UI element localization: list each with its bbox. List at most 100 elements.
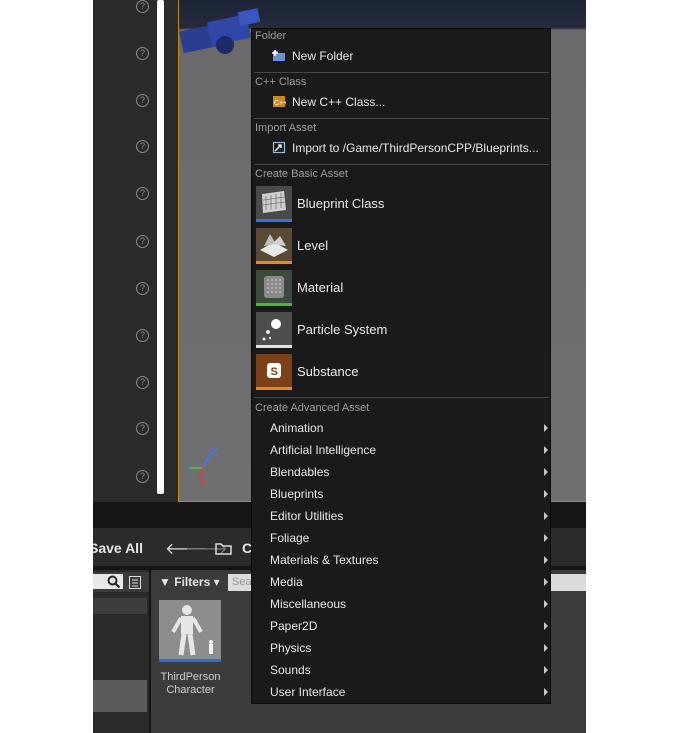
advanced-menu-item-label: Paper2D [270,619,318,633]
new-folder-item[interactable]: New Folder [272,49,542,65]
particle-system-label: Particle System [297,322,388,337]
advanced-menu-item[interactable]: User Interface [252,685,550,703]
advanced-menu-item-label: User Interface [270,685,346,699]
blueprint-class-item[interactable]: Blueprint Class [256,186,546,222]
advanced-menu-item-label: Physics [270,641,312,655]
help-icon[interactable]: ? [136,140,149,153]
advanced-menu-item[interactable]: Blendables [252,465,550,483]
blueprint-class-label: Blueprint Class [297,196,385,211]
advanced-menu-item[interactable]: Editor Utilities [252,509,550,527]
folder-row[interactable] [93,680,147,696]
level-icon [256,228,292,264]
advanced-menu-item-label: Materials & Textures [270,553,379,567]
filters-label: Filters [174,575,211,589]
blueprint-class-icon [256,186,292,222]
advanced-menu-item[interactable]: Blueprints [252,487,550,505]
advanced-menu-item[interactable]: Sounds [252,663,550,681]
advanced-menu-item[interactable]: Artificial Intelligence [252,443,550,461]
advanced-menu-item[interactable]: Media [252,575,550,593]
section-header-advanced: Create Advanced Asset [255,402,370,414]
particle-system-item[interactable]: Particle System [256,312,546,348]
particle-system-icon [256,312,292,348]
import-item[interactable]: Import to /Game/ThirdPersonCPP/Blueprint… [272,141,548,157]
section-header-cpp: C++ Class [255,76,307,88]
svg-text:C++: C++ [274,100,286,107]
advanced-menu-item-label: Blueprints [270,487,324,501]
submenu-arrow-icon [544,424,548,432]
advanced-menu-item[interactable]: Physics [252,641,550,659]
separator [254,397,549,398]
substance-label: Substance [297,364,359,379]
svg-text:Z: Z [211,447,218,459]
chevron-down-icon: ▾ [213,575,220,589]
details-scrollbar[interactable] [157,0,164,494]
svg-text:S: S [271,366,278,378]
advanced-menu-item[interactable]: Materials & Textures [252,553,550,571]
filters-button[interactable]: ▼ Filters ▾ [159,575,220,589]
add-new-context-menu: Folder New Folder C++ Class C++ New C++ … [251,28,551,704]
help-icon[interactable]: ? [136,187,149,200]
submenu-arrow-icon [544,578,548,586]
advanced-menu-item-label: Blendables [270,465,330,479]
new-cpp-class-item[interactable]: C++ New C++ Class... [272,95,542,111]
sources-panel [93,570,149,733]
filter-icon: ▼ [159,575,171,589]
advanced-menu-item[interactable]: Paper2D [252,619,550,637]
section-header-import: Import Asset [255,122,317,134]
help-icon[interactable]: ? [136,94,149,107]
level-item[interactable]: Level [256,228,546,264]
new-cpp-class-label: New C++ Class... [292,95,386,109]
asset-name[interactable]: ThirdPerson Character [153,671,228,697]
help-icon[interactable]: ? [136,422,149,435]
save-all-button[interactable]: Save All [93,540,143,556]
advanced-menu-item[interactable]: Foliage [252,531,550,549]
new-folder-label: New Folder [292,49,354,63]
cpp-class-icon: C++ [273,96,286,107]
help-icon[interactable]: ? [136,376,149,389]
character-mannequin-icon [171,605,213,656]
level-label: Level [297,238,329,253]
help-icon[interactable]: ? [136,0,149,13]
submenu-arrow-icon [544,666,548,674]
submenu-arrow-icon [544,446,548,454]
advanced-menu-item-label: Miscellaneous [270,597,347,611]
submenu-arrow-icon [544,688,548,696]
advanced-menu-item-label: Artificial Intelligence [270,443,377,457]
help-icon[interactable]: ? [136,470,149,483]
separator [254,72,549,73]
folder-row[interactable] [93,696,147,712]
advanced-menu-item-label: Sounds [270,663,311,677]
search-icon[interactable] [107,575,121,589]
help-icon[interactable]: ? [136,47,149,60]
advanced-menu-item-label: Foliage [270,531,310,545]
submenu-arrow-icon [544,644,548,652]
folder-icon[interactable] [215,541,233,555]
help-icon[interactable]: ? [136,282,149,295]
separator [254,118,549,119]
submenu-arrow-icon [544,622,548,630]
help-icon[interactable]: ? [136,329,149,342]
axis-gizmo-icon: Z X [189,447,218,489]
substance-icon: S [256,354,292,390]
advanced-menu-item[interactable]: Miscellaneous [252,597,550,615]
section-header-folder: Folder [255,30,287,42]
submenu-arrow-icon [544,600,548,608]
material-icon [256,270,292,306]
substance-item[interactable]: S Substance [256,354,546,390]
separator [254,164,549,165]
submenu-arrow-icon [544,556,548,564]
section-header-basic: Create Basic Asset [255,168,348,180]
asset-thumbnail[interactable] [159,600,221,662]
advanced-menu-item[interactable]: Animation [252,421,550,439]
advanced-menu-item-label: Media [270,575,303,589]
sources-search[interactable] [93,572,149,592]
new-folder-icon [272,50,285,61]
help-icon[interactable]: ? [136,235,149,248]
advanced-menu-item-label: Animation [270,421,324,435]
folder-row[interactable] [93,598,147,614]
submenu-arrow-icon [544,534,548,542]
submenu-arrow-icon [544,512,548,520]
advanced-menu-item-label: Editor Utilities [270,509,344,523]
view-options-icon[interactable] [129,576,141,589]
material-item[interactable]: Material [256,270,546,306]
